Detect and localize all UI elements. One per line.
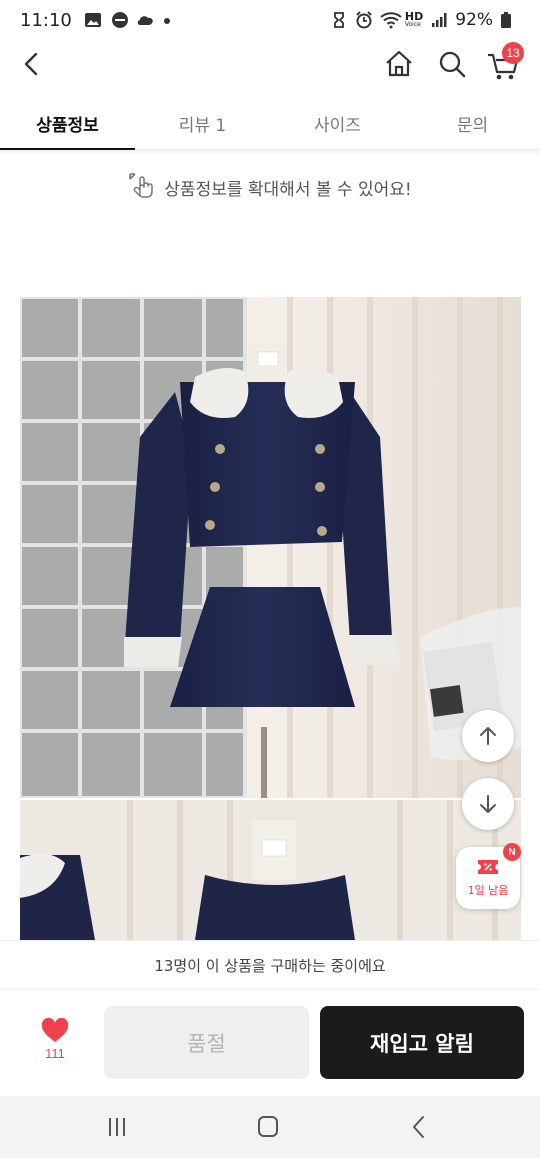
recent-apps-button[interactable] (103, 1115, 131, 1139)
system-home-button[interactable] (254, 1115, 282, 1139)
more-notifications-dot-icon (162, 11, 180, 29)
status-bar: 11:10 HD Voice 92% (0, 0, 540, 40)
coupon-icon (477, 859, 499, 879)
cloud-notification-icon (136, 11, 154, 29)
voice-label: Voice (404, 21, 421, 29)
data-saver-icon (330, 11, 348, 29)
system-back-button[interactable] (405, 1115, 433, 1139)
battery-percent: 92% (455, 10, 493, 30)
restock-alert-button[interactable]: 재입고 알림 (320, 1006, 524, 1079)
zoom-hint-text: 상품정보를 확대해서 볼 수 있어요! (164, 179, 412, 200)
alarm-icon (355, 11, 373, 29)
scroll-down-button[interactable] (462, 778, 514, 830)
system-navigation-bar (0, 1096, 540, 1158)
gallery-notification-icon (84, 11, 102, 29)
hd-voice-indicator: HD Voice (404, 11, 423, 29)
battery-icon (500, 11, 518, 29)
status-time: 11:10 (20, 9, 72, 31)
search-button[interactable] (434, 46, 470, 82)
home-button[interactable] (381, 46, 417, 82)
product-tabs: 상품정보 리뷰 1 사이즈 문의 (0, 96, 540, 151)
tab-product-info[interactable]: 상품정보 (0, 96, 135, 151)
signal-icon (430, 11, 448, 29)
buying-now-notice: 13명이 이 상품을 구매하는 중이에요 (0, 940, 540, 990)
soldout-button[interactable]: 품절 (104, 1006, 309, 1079)
pinch-zoom-icon (128, 172, 156, 203)
like-button[interactable]: 111 (28, 1018, 82, 1066)
wifi-icon (380, 11, 402, 29)
top-navigation-bar (0, 40, 540, 88)
scroll-up-button[interactable] (462, 710, 514, 762)
cart-count-badge: 13 (502, 42, 524, 64)
heart-icon (41, 1018, 69, 1042)
coupon-new-badge: N (503, 843, 521, 861)
wear-notification-icon (110, 11, 128, 29)
purchase-action-bar: 111 품절 재입고 알림 (0, 990, 540, 1096)
back-button[interactable] (14, 46, 50, 82)
tab-inquiry[interactable]: 문의 (405, 96, 540, 150)
coupon-remaining-label: 1일 남음 (467, 883, 509, 897)
product-image-1[interactable] (20, 297, 521, 798)
tab-size[interactable]: 사이즈 (270, 96, 405, 150)
tab-reviews[interactable]: 리뷰 1 (135, 96, 270, 150)
product-image-2[interactable] (20, 800, 521, 940)
arrow-up-icon (480, 727, 496, 745)
zoom-hint: 상품정보를 확대해서 볼 수 있어요! (0, 172, 540, 202)
like-count: 111 (45, 1046, 65, 1061)
tab-divider-shadow (0, 150, 540, 156)
arrow-down-icon (480, 795, 496, 813)
